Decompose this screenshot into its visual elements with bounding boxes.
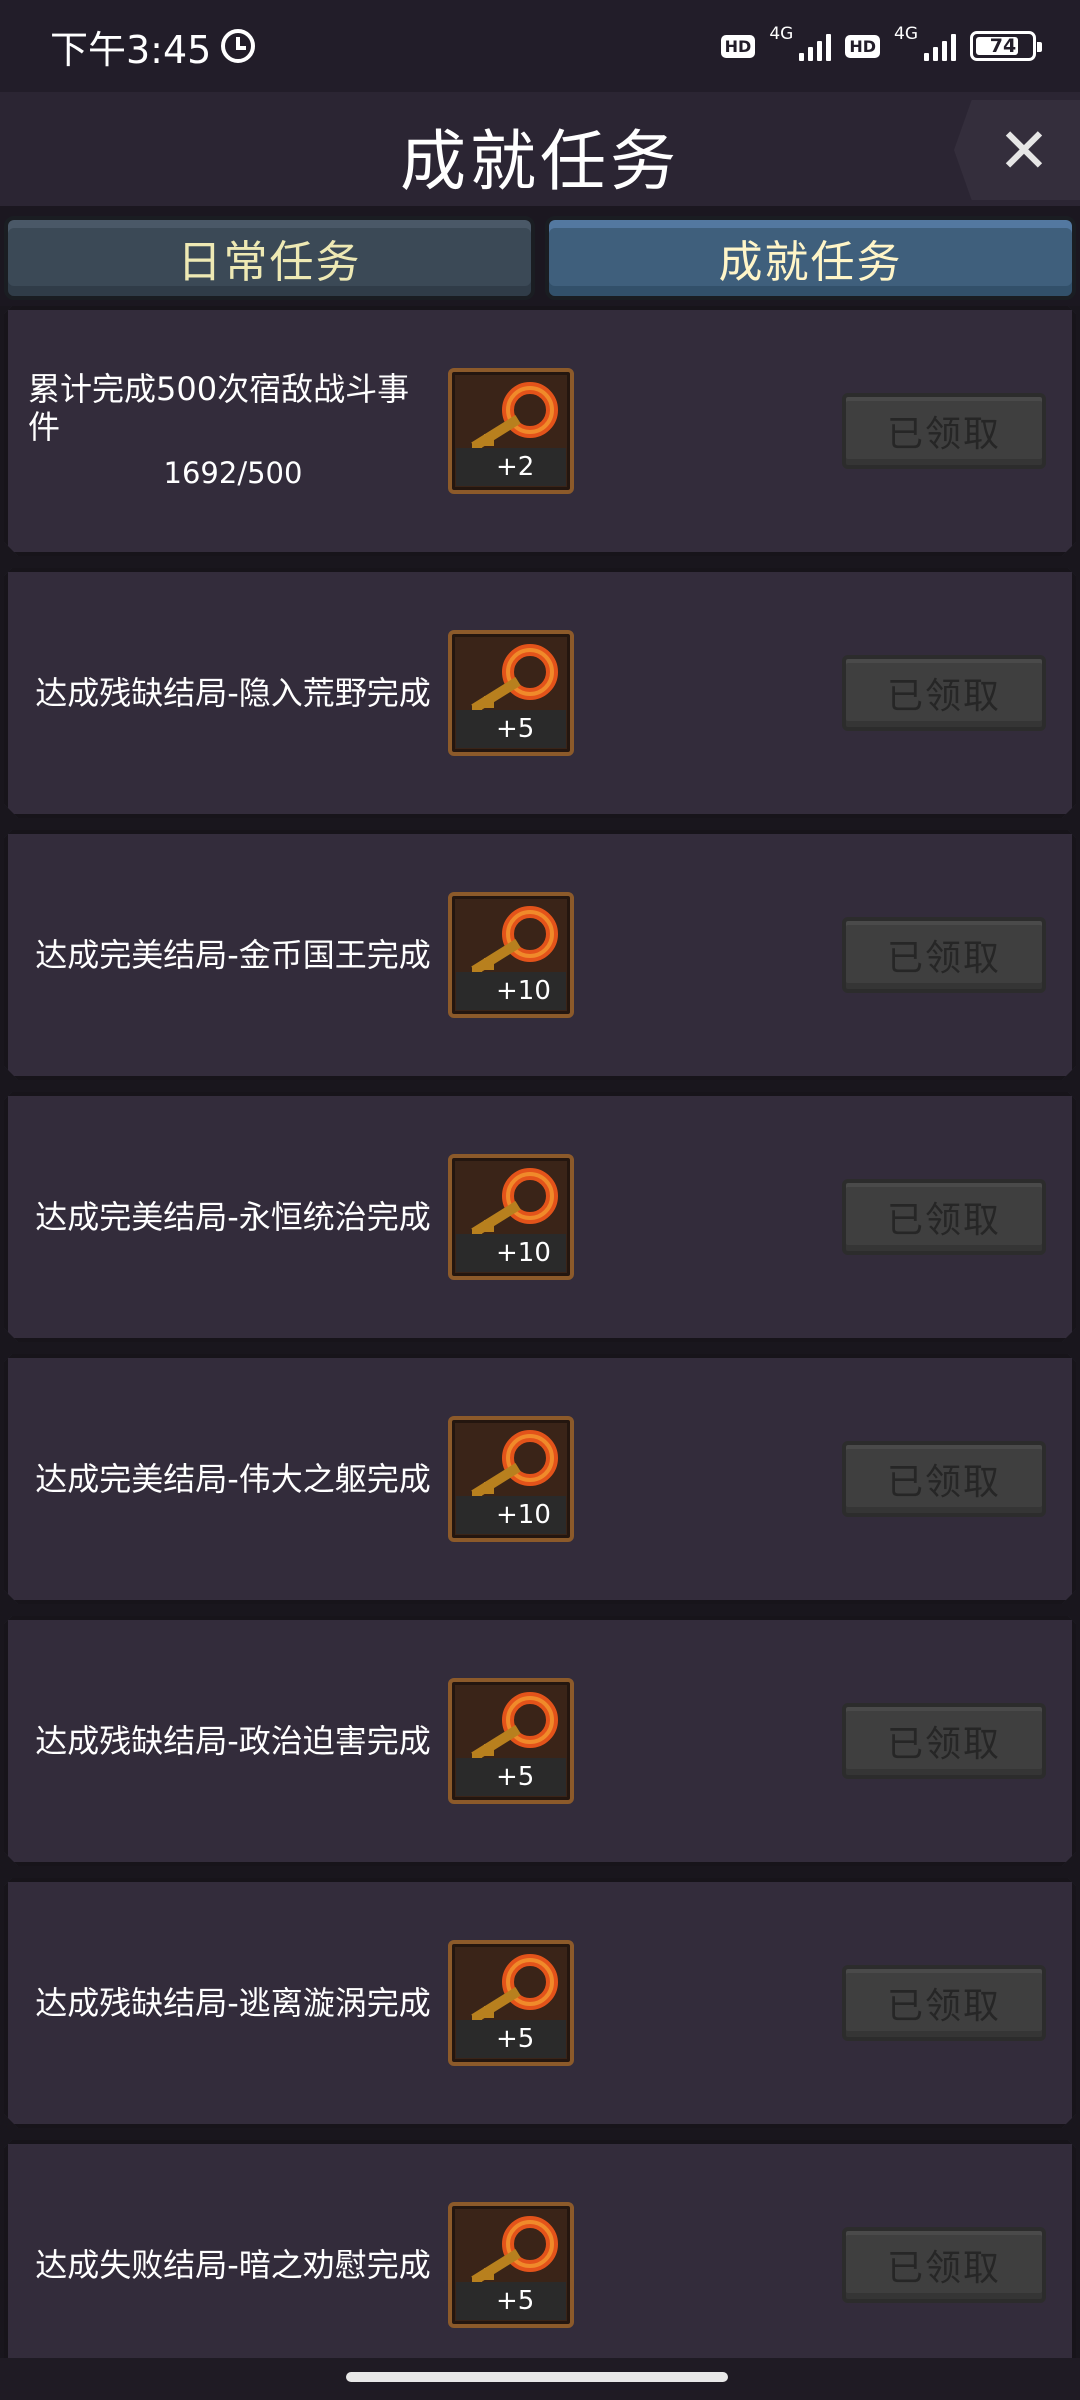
achievement-title: 达成残缺结局-逃离漩涡完成 (35, 1984, 431, 2022)
reward-slot: +10 (448, 1154, 574, 1280)
reward-slot: +5 (448, 630, 574, 756)
claimed-button[interactable]: 已领取 (842, 655, 1046, 731)
status-time: 下午3:45 (50, 27, 212, 72)
home-indicator[interactable] (346, 2372, 728, 2382)
achievement-text: 累计完成500次宿敌战斗事件 1692/500 (28, 370, 438, 492)
hd-badge: HD (720, 34, 756, 58)
achievement-title: 达成完美结局-永恒统治完成 (35, 1198, 431, 1236)
status-bar: 下午3:45 HD 4G HD 4G 74 (0, 0, 1080, 92)
reward-slot: +5 (448, 2202, 574, 2328)
achievement-card: 达成完美结局-金币国王完成 +10 已领取 (4, 830, 1076, 1080)
battery-icon: 74 (970, 31, 1042, 61)
achievement-title: 累计完成500次宿敌战斗事件 (28, 370, 410, 446)
reward-count: +5 (456, 2282, 566, 2320)
network-type-label: 4G (769, 24, 794, 44)
claimed-button[interactable]: 已领取 (842, 393, 1046, 469)
header: 成就任务 ✕ (0, 92, 1080, 206)
reward-slot: +5 (448, 1940, 574, 2066)
reward-slot: +5 (448, 1678, 574, 1804)
close-button[interactable]: ✕ (954, 100, 1080, 200)
signal-icon (799, 31, 832, 61)
achievement-card: 达成残缺结局-政治迫害完成 +5 已领取 (4, 1616, 1076, 1866)
status-left: 下午3:45 (50, 19, 256, 74)
reward-count: +5 (456, 710, 566, 748)
tab-achievements[interactable]: 成就任务 (545, 216, 1076, 300)
reward-count: +5 (456, 1758, 566, 1796)
claimed-button[interactable]: 已领取 (842, 1703, 1046, 1779)
reward-count: +10 (456, 1234, 566, 1272)
tab-daily[interactable]: 日常任务 (4, 216, 535, 300)
reward-count: +10 (456, 1496, 566, 1534)
reward-slot: +10 (448, 892, 574, 1018)
claimed-button[interactable]: 已领取 (842, 1441, 1046, 1517)
achievement-title: 达成失败结局-暗之劝慰完成 (35, 2246, 431, 2284)
network-type-label: 4G (894, 24, 918, 44)
reward-count: +5 (456, 2020, 566, 2058)
page-title: 成就任务 (400, 123, 680, 200)
achievement-card: 达成完美结局-伟大之躯完成 +10 已领取 (4, 1354, 1076, 1604)
achievement-card: 达成残缺结局-逃离漩涡完成 +5 已领取 (4, 1878, 1076, 2128)
tab-bar: 日常任务 成就任务 (0, 206, 1080, 306)
achievement-card: 累计完成500次宿敌战斗事件 1692/500 +2 已领取 (4, 306, 1076, 556)
claimed-button[interactable]: 已领取 (842, 917, 1046, 993)
battery-level: 74 (989, 35, 1017, 57)
claimed-button[interactable]: 已领取 (842, 2227, 1046, 2303)
reward-slot: +10 (448, 1416, 574, 1542)
reward-count: +2 (456, 448, 566, 486)
achievement-title: 达成完美结局-金币国王完成 (35, 936, 431, 974)
alarm-icon (221, 29, 256, 63)
claimed-button[interactable]: 已领取 (842, 1179, 1046, 1255)
hd-badge: HD (845, 34, 880, 58)
signal-icon (924, 31, 956, 61)
close-icon: ✕ (998, 113, 1050, 187)
claimed-button[interactable]: 已领取 (842, 1965, 1046, 2041)
achievement-list[interactable]: 累计完成500次宿敌战斗事件 1692/500 +2 已领取 达成残缺结局-隐入… (0, 306, 1080, 2358)
reward-count: +10 (456, 972, 566, 1010)
achievement-title: 达成残缺结局-隐入荒野完成 (35, 674, 431, 712)
achievement-progress: 1692/500 (163, 456, 303, 490)
reward-slot: +2 (448, 368, 574, 494)
achievement-title: 达成完美结局-伟大之躯完成 (35, 1460, 431, 1498)
achievement-card: 达成残缺结局-隐入荒野完成 +5 已领取 (4, 568, 1076, 818)
achievement-card: 达成完美结局-永恒统治完成 +10 已领取 (4, 1092, 1076, 1342)
achievement-card: 达成失败结局-暗之劝慰完成 +5 已领取 (4, 2140, 1076, 2390)
status-right: HD 4G HD 4G 74 (720, 24, 1042, 61)
achievement-title: 达成残缺结局-政治迫害完成 (35, 1722, 431, 1760)
